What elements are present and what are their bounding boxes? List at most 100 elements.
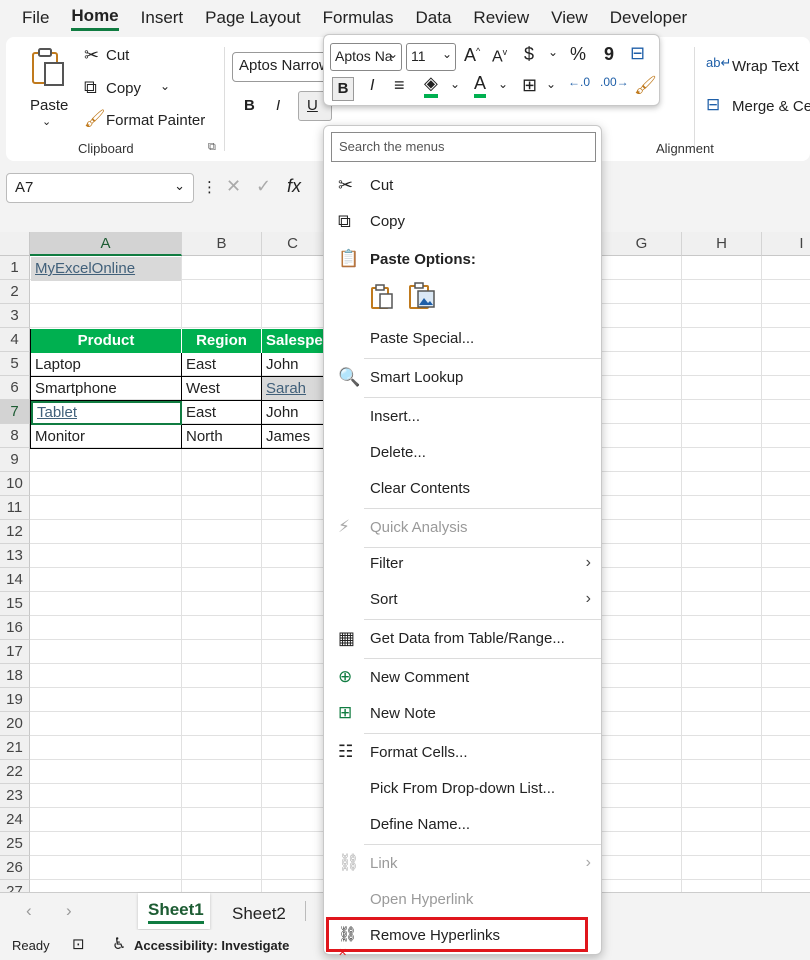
row-header-9[interactable]: 9 [0,448,30,472]
chevron-down-icon[interactable]: ⌄ [498,77,508,91]
menu-item-new-note[interactable]: ⊞ New Note [324,697,601,731]
row-header-21[interactable]: 21 [0,736,30,760]
menu-item-new-comment[interactable]: ⊕ New Comment [324,661,601,695]
macro-record-icon[interactable]: ⊡ [72,935,85,953]
paste-option-picture-icon[interactable] [408,282,438,312]
increase-font-icon[interactable]: A^ [464,45,480,66]
menu-developer[interactable]: Developer [610,8,688,28]
menu-review[interactable]: Review [473,8,529,28]
enter-icon[interactable]: ✓ [256,176,271,197]
column-header-c[interactable]: C [262,232,324,256]
row-header-11[interactable]: 11 [0,496,30,520]
merge-center-button[interactable]: ⊟ Merge & Ce [704,95,810,119]
bold-button[interactable]: B [244,97,255,114]
chevron-down-icon[interactable]: ⌄ [160,79,170,93]
menu-insert[interactable]: Insert [141,8,184,28]
menu-item-insert[interactable]: Insert... [324,400,601,434]
copy-button[interactable]: ⧉ Copy ⌄ [82,77,192,101]
font-color-icon[interactable]: A [474,73,487,98]
menu-item-define-name[interactable]: Define Name... [324,808,601,842]
cell-a8[interactable]: Monitor [31,425,182,449]
menu-search-input[interactable]: Search the menus [331,132,596,162]
row-header-26[interactable]: 26 [0,856,30,880]
row-header-27[interactable]: 27 [0,880,30,892]
insert-function-icon[interactable]: fx [287,176,301,197]
menu-item-paste-special[interactable]: Paste Special... [324,322,601,356]
percent-icon[interactable]: % [570,44,586,65]
row-header-19[interactable]: 19 [0,688,30,712]
row-header-22[interactable]: 22 [0,760,30,784]
sheet-tab-sheet1[interactable]: Sheet1 [138,893,210,929]
menu-item-delete[interactable]: Delete... [324,436,601,470]
cancel-icon[interactable]: ✕ [226,176,241,197]
menu-item-copy[interactable]: ⧉ Copy [324,205,601,239]
sheet-tab-sheet2[interactable]: Sheet2 [232,904,286,924]
menu-page-layout[interactable]: Page Layout [205,8,300,28]
row-header-8[interactable]: 8 [0,424,30,448]
row-header-23[interactable]: 23 [0,784,30,808]
column-header-i[interactable]: I [762,232,810,256]
chevron-down-icon[interactable]: ⌄ [548,45,558,59]
table-header-product[interactable]: Product [31,329,182,353]
menu-item-format-cells[interactable]: ☷ Format Cells... [324,736,601,770]
column-header-g[interactable]: G [602,232,682,256]
borders-icon[interactable]: ⊞ [522,75,537,96]
menu-item-cut[interactable]: ✂ Cut [324,169,601,203]
cell-a7[interactable]: Tablet [31,401,182,425]
cut-button[interactable]: ✂ Cut [82,45,162,69]
cell-a1[interactable]: MyExcelOnline [31,257,181,281]
column-header-h[interactable]: H [682,232,762,256]
paste-option-keep-source-icon[interactable] [370,284,396,312]
menu-item-pick-dropdown[interactable]: Pick From Drop-down List... [324,772,601,806]
row-header-1[interactable]: 1 [0,256,30,280]
currency-icon[interactable]: $ [524,44,534,65]
mini-font-select[interactable]: Aptos Na ⌄ [330,43,402,71]
cell-c5[interactable]: John [262,353,324,377]
row-header-4[interactable]: 4 [0,328,30,352]
menu-item-filter[interactable]: Filter › [324,547,601,581]
hyperlink-myexcelonline[interactable]: MyExcelOnline [35,260,135,277]
format-painter-icon[interactable]: 🖌 [634,75,657,96]
row-header-5[interactable]: 5 [0,352,30,376]
mini-size-select[interactable]: 11 ⌄ [406,43,456,71]
wrap-text-button[interactable]: ab↵ Wrap Text [704,55,810,79]
row-header-10[interactable]: 10 [0,472,30,496]
more-options-icon[interactable]: ⋮ [202,178,217,196]
comma-style-icon[interactable]: 9 [604,44,614,65]
dialog-launcher-icon[interactable]: ⧉ [208,141,216,154]
menu-file[interactable]: File [22,8,49,28]
italic-button[interactable]: I [276,97,280,114]
chevron-down-icon[interactable]: ⌄ [450,77,460,91]
menu-item-get-data[interactable]: ▦ Get Data from Table/Range... [324,622,601,656]
bold-icon[interactable]: B [332,77,354,101]
column-header-b[interactable]: B [182,232,262,256]
cell-b8[interactable]: North [182,425,262,449]
row-header-2[interactable]: 2 [0,280,30,304]
cell-a6[interactable]: Smartphone [31,377,182,401]
row-header-24[interactable]: 24 [0,808,30,832]
cell-c7[interactable]: John [262,401,324,425]
name-box[interactable]: A7 ⌄ [6,173,194,203]
increase-decimal-icon[interactable]: ←.0 [568,75,590,89]
chevron-down-icon[interactable]: ⌄ [546,77,556,91]
align-center-icon[interactable]: ≡ [394,75,405,96]
row-header-14[interactable]: 14 [0,568,30,592]
row-header-25[interactable]: 25 [0,832,30,856]
decrease-decimal-icon[interactable]: .00→ [600,75,629,89]
menu-data[interactable]: Data [416,8,452,28]
menu-item-clear-contents[interactable]: Clear Contents [324,472,601,506]
row-header-15[interactable]: 15 [0,592,30,616]
cell-b7[interactable]: East [182,401,262,425]
column-header-a[interactable]: A [30,232,182,256]
italic-icon[interactable]: I [370,77,374,95]
select-all-corner[interactable] [0,232,30,256]
table-header-salesperson[interactable]: Salespe [262,329,324,353]
row-header-13[interactable]: 13 [0,544,30,568]
chevron-right-icon[interactable]: › [66,901,72,921]
menu-view[interactable]: View [551,8,588,28]
hyperlink-tablet[interactable]: Tablet [37,404,77,421]
merge-center-icon[interactable]: ⊟ [630,43,645,64]
cell-b5[interactable]: East [182,353,262,377]
cell-b6[interactable]: West [182,377,262,401]
font-name-box[interactable]: Aptos Narrow [232,52,332,82]
